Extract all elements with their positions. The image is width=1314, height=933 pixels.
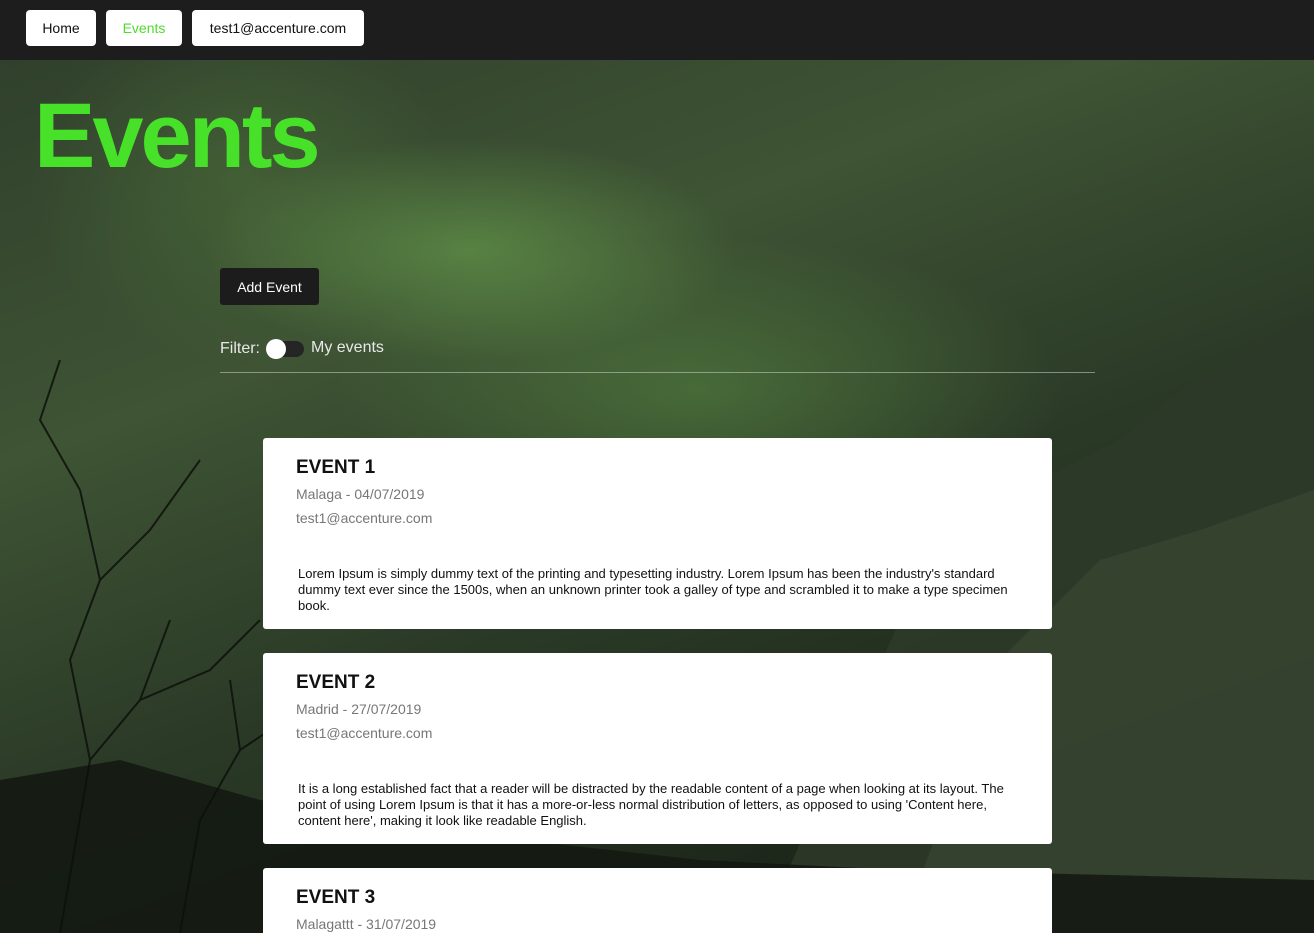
filter-divider (220, 372, 1095, 373)
filter-label: Filter: (220, 340, 260, 357)
event-description: It is a long established fact that a rea… (298, 781, 1004, 828)
nav-home-button[interactable]: Home (26, 10, 96, 46)
event-card[interactable]: EVENT 3 Malagattt - 31/07/2019 (263, 868, 1052, 933)
my-events-label: My events (311, 339, 384, 356)
add-event-button[interactable]: Add Event (220, 268, 319, 305)
event-location-date: Madrid - 27/07/2019 (296, 701, 422, 717)
nav-events-button[interactable]: Events (106, 10, 182, 46)
event-author: test1@accenture.com (296, 510, 433, 526)
page-title: Events (34, 85, 321, 187)
event-location-date: Malaga - 04/07/2019 (296, 486, 425, 502)
event-card[interactable]: EVENT 2 Madrid - 27/07/2019 test1@accent… (263, 653, 1052, 844)
event-title: EVENT 1 (296, 457, 376, 478)
event-author: test1@accenture.com (296, 725, 433, 741)
event-location-date: Malagattt - 31/07/2019 (296, 916, 437, 932)
event-title: EVENT 3 (296, 887, 376, 908)
event-title: EVENT 2 (296, 672, 376, 693)
event-description: Lorem Ipsum is simply dummy text of the … (298, 566, 1008, 613)
nav-user-button[interactable]: test1@accenture.com (192, 10, 364, 46)
event-card[interactable]: EVENT 1 Malaga - 04/07/2019 test1@accent… (263, 438, 1052, 629)
my-events-toggle[interactable] (266, 339, 304, 359)
top-navigation-bar: Home Events test1@accenture.com (0, 0, 1314, 60)
toggle-knob (266, 339, 286, 359)
aurora-background: Events Add Event Filter: My events EVENT… (0, 60, 1314, 933)
